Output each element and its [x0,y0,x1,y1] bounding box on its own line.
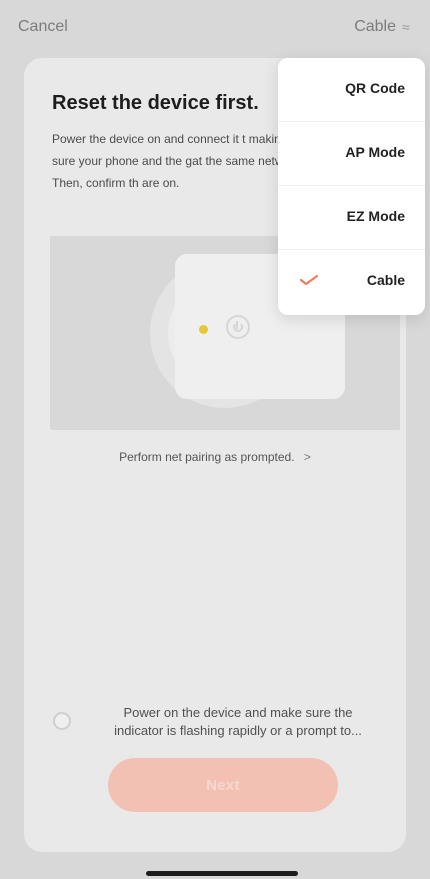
device-pairing-screen: Cancel Cable ≈ Reset the device first. P… [0,0,430,879]
wave-icon: ≈ [402,19,410,35]
reset-description: Power the device on and connect it t mak… [52,132,304,190]
confirmation-line-1: Power on the device and make sure the [123,705,353,720]
indicator-light [199,325,208,334]
menu-item-ap-mode[interactable]: AP Mode [278,122,425,186]
page-title: Reset the device first. [52,92,259,114]
cancel-button[interactable]: Cancel [18,18,68,36]
pairing-prompt-link[interactable]: Perform net pairing as prompted. > [24,450,406,464]
menu-item-label: Cable [366,272,405,288]
confirmation-row[interactable]: Power on the device and make sure the in… [48,704,388,754]
menu-item-label: QR Code [345,80,405,96]
home-indicator [146,871,298,876]
chevron-right-icon: > [303,450,311,464]
menu-item-cable[interactable]: Cable [278,250,425,314]
menu-item-ez-mode[interactable]: EZ Mode [278,186,425,250]
confirmation-line-2: indicator is flashing rapidly or a promp… [114,723,362,738]
menu-item-qr-code[interactable]: QR Code [278,58,425,122]
check-icon [300,275,318,285]
top-bar: Cancel Cable ≈ [0,0,430,60]
power-icon [226,315,250,339]
confirmation-text: Power on the device and make sure the in… [78,704,398,740]
pairing-mode-switch[interactable]: Cable ≈ [354,18,416,36]
menu-item-label: AP Mode [345,144,405,160]
menu-item-label: EZ Mode [346,208,405,224]
next-button[interactable]: Next [108,758,338,812]
pairing-mode-menu: QR Code AP Mode EZ Mode Cable [278,58,425,315]
confirm-radio[interactable] [53,712,71,730]
current-mode-label[interactable]: Cable [354,18,396,36]
pairing-prompt-text[interactable]: Perform net pairing as prompted. [119,450,294,464]
